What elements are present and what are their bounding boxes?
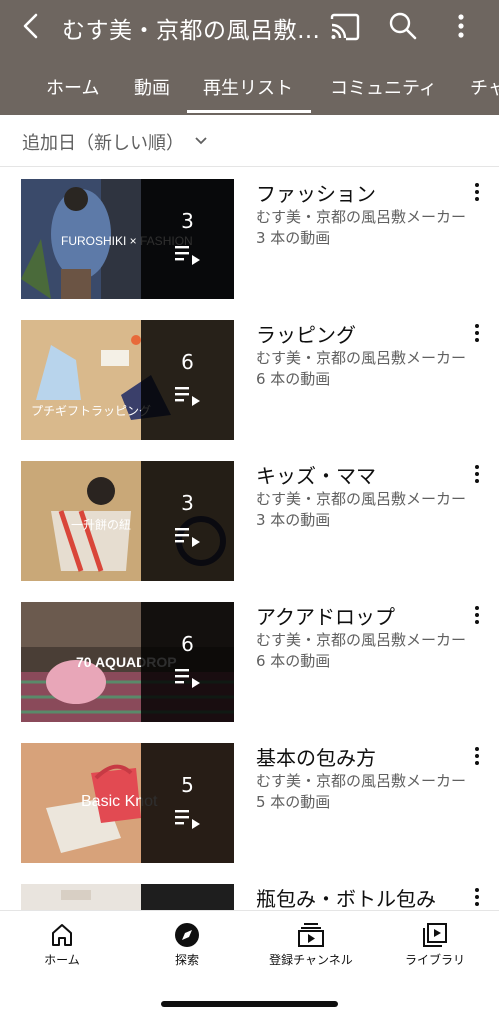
overlay-video-count: 5 xyxy=(181,773,194,797)
tab-videos[interactable]: 動画 xyxy=(134,74,170,100)
thumbnail-image xyxy=(21,884,234,910)
thumbnail-caption: プチギフトラッピング xyxy=(31,404,152,418)
more-vertical-icon[interactable] xyxy=(468,462,486,486)
playlist-video-count: 5 本の動画 xyxy=(256,793,331,811)
playlist-video-count: 6 本の動画 xyxy=(256,370,331,388)
playlist-title[interactable]: アクアドロップ xyxy=(256,601,395,630)
more-options-button[interactable] xyxy=(446,9,476,43)
playlist-channel: むす美・京都の風呂敷メーカー xyxy=(256,772,466,790)
sort-selector[interactable]: 追加日（新しい順） xyxy=(0,115,499,167)
playlist-title[interactable]: ラッピング xyxy=(256,319,356,348)
playlist-item[interactable]: 一升餅の紐 3 キッズ・ママ むす美・京都の風呂敷メーカー 3 本の動画 xyxy=(0,450,499,591)
playlist-count-overlay: 6 xyxy=(141,320,234,440)
playlist-thumbnail[interactable]: FUROSHIKI × FASHION 3 xyxy=(21,179,234,299)
tab-community[interactable]: コミュニティ xyxy=(330,74,437,100)
playlist-thumbnail[interactable]: プチギフトラッピング 6 xyxy=(21,320,234,440)
playlist-item[interactable]: Basic Knot 5 基本の包み方 むす美・京都の風呂敷メーカー 5 本の動… xyxy=(0,732,499,873)
playlist-video-count: 3 本の動画 xyxy=(256,229,331,247)
home-indicator xyxy=(161,1001,338,1007)
home-icon xyxy=(52,924,72,946)
playlist-thumbnail[interactable] xyxy=(21,884,234,910)
playlist-video-count: 6 本の動画 xyxy=(256,652,331,670)
nav-home-label: ホーム xyxy=(44,953,80,967)
back-button[interactable] xyxy=(14,8,50,44)
playlist-count-overlay: 6 xyxy=(141,602,234,722)
nav-explore[interactable]: 探索 xyxy=(125,911,249,975)
overlay-video-count: 3 xyxy=(181,491,194,515)
more-vertical-icon xyxy=(458,14,464,38)
playlist-play-icon xyxy=(175,528,200,547)
top-app-bar: むす美・京都の風呂敷メーカー xyxy=(0,0,499,54)
playlist-play-icon xyxy=(175,810,200,829)
playlist-title[interactable]: 瓶包み・ボトル包み xyxy=(256,883,436,910)
tab-home[interactable]: ホーム xyxy=(46,74,99,100)
channel-header: むす美・京都の風呂敷メーカー ホーム 動画 再生リスト xyxy=(0,0,499,115)
compass-icon xyxy=(175,923,199,947)
nav-library-label: ライブラリ xyxy=(404,953,465,967)
subscriptions-icon xyxy=(298,923,324,947)
chevron-down-icon xyxy=(195,137,207,145)
more-vertical-icon[interactable] xyxy=(468,603,486,627)
playlist-channel: むす美・京都の風呂敷メーカー xyxy=(256,631,466,649)
tab-channels[interactable]: チャ xyxy=(470,74,499,100)
search-icon xyxy=(389,12,417,40)
nav-home[interactable]: ホーム xyxy=(0,911,124,975)
cast-button[interactable] xyxy=(328,10,362,44)
nav-library[interactable]: ライブラリ xyxy=(373,911,497,975)
playlist-thumbnail[interactable]: 一升餅の紐 3 xyxy=(21,461,234,581)
more-vertical-icon[interactable] xyxy=(468,885,486,909)
library-icon xyxy=(423,923,447,947)
playlist-video-count: 3 本の動画 xyxy=(256,511,331,529)
thumbnail-caption: 一升餅の紐 xyxy=(71,518,132,532)
playlist-title[interactable]: キッズ・ママ xyxy=(256,460,376,489)
active-tab-indicator xyxy=(187,110,311,113)
playlist-title[interactable]: ファッション xyxy=(256,178,376,207)
back-arrow-icon xyxy=(23,13,38,39)
playlist-channel: むす美・京都の風呂敷メーカー xyxy=(256,208,466,226)
playlist-count-overlay: 5 xyxy=(141,743,234,863)
nav-subscriptions-label: 登録チャンネル xyxy=(269,953,353,967)
cast-icon xyxy=(330,13,360,41)
more-vertical-icon[interactable] xyxy=(468,180,486,204)
playlist-item[interactable]: 70 AQUADROP 6 アクアドロップ むす美・京都の風呂敷メーカー 6 本… xyxy=(0,591,499,732)
nav-explore-label: 探索 xyxy=(174,953,199,967)
overlay-video-count: 6 xyxy=(181,632,194,656)
channel-tabs: ホーム 動画 再生リスト コミュニティ チャ xyxy=(0,54,499,115)
playlist-thumbnail[interactable]: Basic Knot 5 xyxy=(21,743,234,863)
playlist-count-overlay: 3 xyxy=(141,179,234,299)
playlist-thumbnail[interactable]: 70 AQUADROP 6 xyxy=(21,602,234,722)
playlist-item[interactable]: 瓶包み・ボトル包み xyxy=(0,873,499,910)
playlist-item[interactable]: FUROSHIKI × FASHION 3 ファッション むす美・京都の風呂敷メ… xyxy=(0,168,499,309)
playlist-channel: むす美・京都の風呂敷メーカー xyxy=(256,349,466,367)
tab-playlists[interactable]: 再生リスト xyxy=(203,74,293,100)
playlist-play-icon xyxy=(175,246,200,265)
bottom-navigation: ホーム 探索 登録チャンネル ライブラリ xyxy=(0,910,499,1024)
overlay-video-count: 6 xyxy=(181,350,194,374)
search-button[interactable] xyxy=(386,9,420,43)
playlist-list: FUROSHIKI × FASHION 3 ファッション むす美・京都の風呂敷メ… xyxy=(0,168,499,910)
playlist-play-icon xyxy=(175,387,200,406)
more-vertical-icon[interactable] xyxy=(468,744,486,768)
playlist-play-icon xyxy=(175,669,200,688)
channel-title: むす美・京都の風呂敷メーカー xyxy=(62,18,324,44)
more-vertical-icon[interactable] xyxy=(468,321,486,345)
playlist-item[interactable]: プチギフトラッピング 6 ラッピング むす美・京都の風呂敷メーカー 6 本の動画 xyxy=(0,309,499,450)
playlist-title[interactable]: 基本の包み方 xyxy=(256,742,376,771)
playlist-channel: むす美・京都の風呂敷メーカー xyxy=(256,490,466,508)
playlist-count-overlay: 3 xyxy=(141,461,234,581)
sort-label: 追加日（新しい順） xyxy=(22,133,184,154)
nav-subscriptions[interactable]: 登録チャンネル xyxy=(249,911,373,975)
overlay-video-count: 3 xyxy=(181,209,194,233)
